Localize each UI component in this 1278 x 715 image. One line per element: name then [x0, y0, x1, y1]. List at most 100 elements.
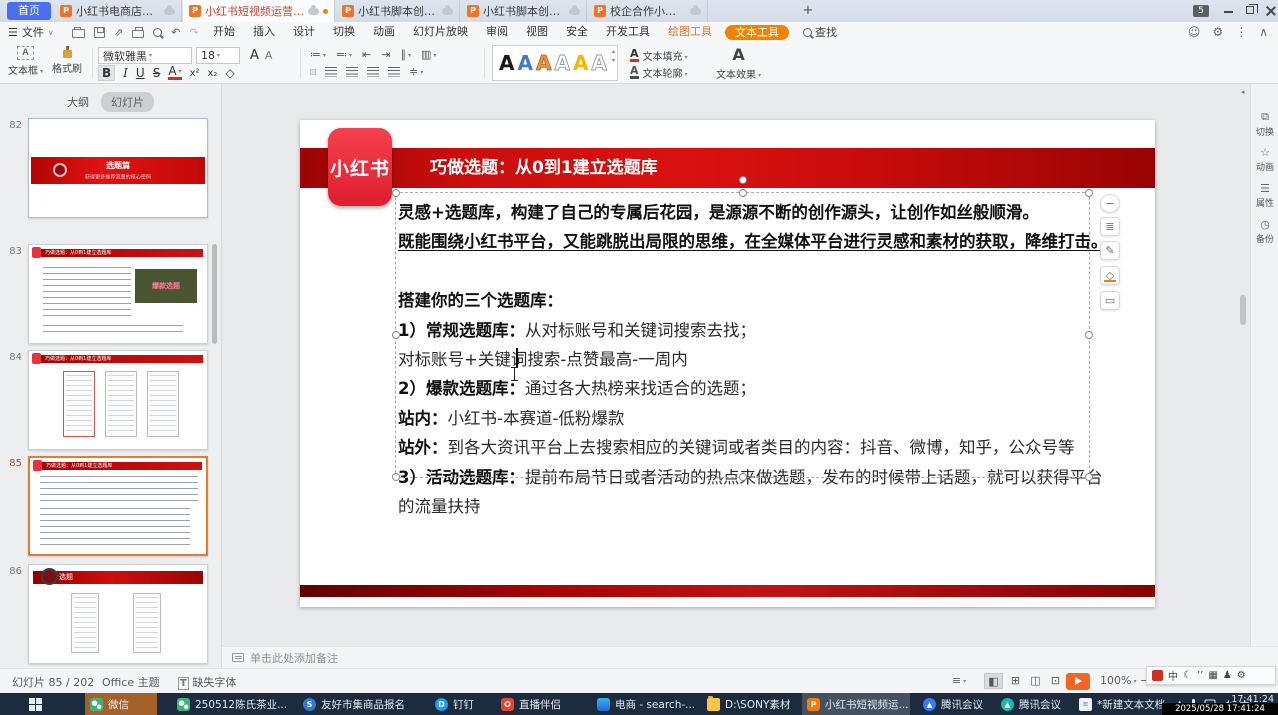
- taskbar-item-wps-active[interactable]: P 小红书短视频运...: [802, 693, 910, 715]
- feedback-icon[interactable]: ☺: [1188, 25, 1201, 39]
- ime-keyboard-icon[interactable]: ▦: [1208, 670, 1217, 681]
- italic-button[interactable]: I: [123, 66, 128, 80]
- minimize-button[interactable]: [1224, 11, 1233, 13]
- slide-thumbnail-83[interactable]: 巧做选题：从0到1建立选题库 爆款选题: [28, 244, 208, 344]
- slide-thumbnail-85-selected[interactable]: 巧做选题：从0到1建立选题库: [28, 456, 208, 556]
- restore-button[interactable]: [1246, 6, 1254, 14]
- wordart-style-2[interactable]: A: [517, 46, 532, 80]
- view-normal-button[interactable]: ◧: [984, 673, 1003, 689]
- subscript-button[interactable]: x₂: [208, 68, 218, 79]
- resize-handle-nw[interactable]: [392, 189, 400, 197]
- document-tab-5[interactable]: P 校企合作小红书.pptx: [588, 0, 708, 22]
- shrink-font-button[interactable]: A: [265, 49, 273, 62]
- tab-start[interactable]: 开始: [204, 22, 244, 42]
- ime-person-icon[interactable]: ♟: [1223, 670, 1232, 681]
- theme-name[interactable]: Office 主题: [102, 674, 160, 690]
- strikethrough-button[interactable]: S: [153, 66, 161, 80]
- taskbar-item-folder[interactable]: D:\SONY素材: [702, 693, 794, 715]
- start-button[interactable]: [14, 693, 56, 715]
- notes-bar[interactable]: 单击此处添加备注: [222, 646, 1278, 668]
- taskbar-item-live-assistant[interactable]: O 直播伴侣: [496, 693, 582, 715]
- wordart-style-3[interactable]: A: [536, 46, 551, 80]
- canvas-scrollbar[interactable]: [1240, 295, 1246, 325]
- tab-animation[interactable]: 动画: [364, 22, 404, 42]
- layers-button[interactable]: ≣: [1100, 217, 1120, 236]
- missing-font-indicator[interactable]: T 缺失字体: [178, 674, 236, 690]
- wordart-style-4[interactable]: A: [554, 46, 569, 80]
- resize-handle-n[interactable]: [739, 189, 747, 197]
- taskbar-item-meeting-2[interactable]: ▲ 腾讯会议: [996, 693, 1066, 715]
- panel-tab-animation[interactable]: ☆ 动画: [1251, 146, 1278, 173]
- taskbar-item-notepad[interactable]: ≡ *新建文本文档 (...: [1074, 693, 1170, 715]
- panel-tab-backup[interactable]: ◷ 备份: [1251, 218, 1278, 245]
- tab-devtools[interactable]: 开发工具: [597, 22, 659, 42]
- home-tab[interactable]: 首页: [7, 2, 51, 20]
- increase-indent-icon[interactable]: ⇥: [381, 48, 390, 61]
- panel-tab-properties[interactable]: ☰ 属性: [1251, 182, 1278, 209]
- bold-button[interactable]: B: [98, 65, 115, 81]
- ime-language-bar[interactable]: 中 ☾ ’’ ▦ ♟ ⚙: [1146, 666, 1276, 685]
- ime-settings-icon[interactable]: ⚙: [1237, 670, 1246, 681]
- wordart-style-6[interactable]: A: [591, 46, 606, 80]
- slide-title-banner[interactable]: 巧做选题：从0到1建立选题库: [300, 148, 1155, 188]
- text-effects-button[interactable]: A 文本效果: [716, 45, 761, 81]
- align-center-button[interactable]: [325, 67, 337, 77]
- gallery-up-icon[interactable]: ▴: [612, 48, 615, 55]
- wordart-style-5[interactable]: A: [573, 46, 588, 80]
- tab-design[interactable]: 设计: [284, 22, 324, 42]
- shape-fill-button[interactable]: ◇: [1100, 266, 1120, 285]
- columns-icon[interactable]: ▥: [421, 48, 436, 61]
- tab-outline[interactable]: 大纲: [67, 94, 89, 110]
- zoom-level[interactable]: 100%: [1100, 674, 1136, 687]
- tab-security[interactable]: 安全: [557, 22, 597, 42]
- wordart-gallery[interactable]: A A A A A A ▴▾: [492, 45, 618, 81]
- document-tab-4[interactable]: P 小红书脚本创作二.pptx: [461, 0, 587, 22]
- view-presenter-button[interactable]: ⊡: [1046, 673, 1065, 689]
- font-name-select[interactable]: 微软雅黑: [98, 47, 192, 64]
- close-button[interactable]: [1266, 6, 1276, 16]
- line-spacing-icon[interactable]: ≑: [409, 65, 423, 78]
- taskbar-item-meeting-1[interactable]: ▲ 腾讯会议: [918, 693, 988, 715]
- save-icon[interactable]: [94, 27, 105, 38]
- notification-badge[interactable]: 5: [1193, 5, 1209, 17]
- new-tab-button[interactable]: +: [800, 3, 816, 19]
- collapse-panel-icon[interactable]: ◂: [1241, 88, 1245, 96]
- taskbar-item-market[interactable]: S 友好市集商品报名: [298, 693, 420, 715]
- document-tab-2-active[interactable]: P 小红书短视频运营电商版.pptx: [183, 0, 335, 22]
- more-icon[interactable]: ⋮: [1235, 25, 1247, 39]
- print-preview-icon[interactable]: [153, 28, 162, 37]
- resize-handle-ne[interactable]: [1085, 189, 1093, 197]
- open-icon[interactable]: [72, 29, 85, 38]
- view-reading-button[interactable]: ◫: [1026, 673, 1045, 689]
- thumbnail-scrollbar[interactable]: [212, 244, 217, 344]
- tab-text-tools-active[interactable]: 文本工具: [725, 25, 789, 40]
- text-outline-button[interactable]: A 文本轮廓: [630, 64, 688, 81]
- textbox-button[interactable]: A 文本框: [8, 46, 43, 77]
- tab-slides-active[interactable]: 幻灯片: [101, 92, 154, 112]
- bullet-list-icon[interactable]: ≔: [310, 48, 326, 61]
- view-sorter-button[interactable]: ⊞: [1006, 673, 1025, 689]
- undo-icon[interactable]: ↶: [171, 26, 180, 39]
- taskbar-item-wechat[interactable]: 微信: [85, 693, 157, 715]
- taskbar-item-dingtalk[interactable]: D 钉钉: [430, 693, 486, 715]
- file-menu[interactable]: ☰ 文件 ∨: [8, 22, 54, 42]
- slide-thumbnail-84[interactable]: 巧做选题：从0到1建立选题库: [28, 350, 208, 450]
- font-size-select[interactable]: 18: [196, 47, 240, 64]
- decrease-indent-icon[interactable]: ⇤: [362, 48, 371, 61]
- superscript-button[interactable]: x²: [190, 68, 200, 79]
- ime-cn-icon[interactable]: 中: [1168, 668, 1178, 683]
- notes-toggle-icon[interactable]: ≡: [952, 674, 966, 687]
- slide-thumbnail-82[interactable]: 选题篇 获得更多推荐流量的核心密码: [28, 118, 208, 218]
- slide-thumbnail-86[interactable]: 选题: [28, 564, 208, 664]
- collapse-tools-button[interactable]: −: [1100, 194, 1120, 213]
- text-direction-icon[interactable]: ∥: [400, 48, 411, 61]
- tab-review[interactable]: 审阅: [477, 22, 517, 42]
- clear-format-icon[interactable]: ◇: [225, 66, 234, 80]
- ime-fullwidth-icon[interactable]: ☾: [1183, 670, 1192, 681]
- wordart-style-1[interactable]: A: [499, 46, 514, 80]
- slideshow-play-button[interactable]: [1066, 673, 1090, 690]
- redo-icon[interactable]: ↷: [189, 26, 198, 39]
- align-right-button[interactable]: [346, 67, 358, 77]
- font-color-button[interactable]: A: [168, 66, 181, 80]
- format-painter-button[interactable]: 格式刷: [52, 46, 82, 75]
